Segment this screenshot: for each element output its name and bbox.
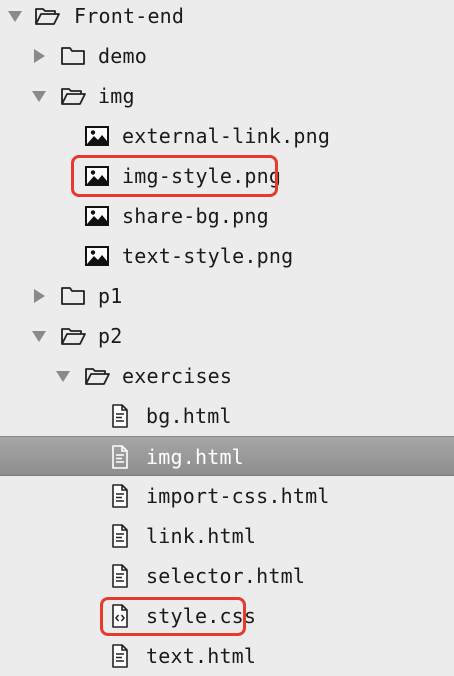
file-label: bg.html	[146, 404, 232, 428]
tree-row-img[interactable]: img	[0, 76, 454, 116]
file-label: img-style.png	[122, 164, 282, 188]
tree-row-selector-html[interactable]: selector.html	[0, 556, 454, 596]
tree-row-text-html[interactable]: text.html	[0, 636, 454, 676]
html-file-icon	[110, 524, 130, 548]
html-file-icon	[110, 644, 130, 668]
file-label: text-style.png	[122, 244, 294, 268]
file-label: external-link.png	[122, 124, 331, 148]
file-label: style.css	[146, 604, 257, 628]
folder-label: demo	[98, 44, 147, 68]
disclosure-triangle-expanded-icon[interactable]	[32, 329, 46, 343]
image-file-icon	[85, 126, 109, 146]
disclosure-triangle-expanded-icon[interactable]	[8, 9, 22, 23]
image-file-icon	[85, 246, 109, 266]
tree-row-text-style-png[interactable]: text-style.png	[0, 236, 454, 276]
folder-label: exercises	[122, 364, 233, 388]
folder-icon	[61, 287, 85, 305]
tree-row-p1[interactable]: p1	[0, 276, 454, 316]
disclosure-triangle-collapsed-icon[interactable]	[32, 49, 46, 63]
folder-open-icon	[85, 368, 110, 385]
tree-row-exercises[interactable]: exercises	[0, 356, 454, 396]
folder-label: Front-end	[74, 4, 185, 28]
file-tree: Front-end demo img external-link.png img…	[0, 0, 454, 674]
tree-row-bg-html[interactable]: bg.html	[0, 396, 454, 436]
file-label: selector.html	[146, 564, 306, 588]
html-file-icon	[110, 564, 130, 588]
disclosure-triangle-expanded-icon[interactable]	[56, 369, 70, 383]
folder-label: p2	[98, 324, 123, 348]
disclosure-triangle-expanded-icon[interactable]	[32, 89, 46, 103]
file-label: text.html	[146, 644, 257, 668]
tree-row-link-html[interactable]: link.html	[0, 516, 454, 556]
tree-row-p2[interactable]: p2	[0, 316, 454, 356]
folder-open-icon	[35, 8, 60, 25]
file-label: share-bg.png	[122, 204, 269, 228]
folder-open-icon	[61, 88, 86, 105]
html-file-icon	[110, 445, 130, 469]
image-file-icon	[85, 166, 109, 186]
tree-row-external-link-png[interactable]: external-link.png	[0, 116, 454, 156]
file-label: img.html	[146, 445, 244, 469]
file-label: link.html	[146, 524, 257, 548]
tree-row-front-end[interactable]: Front-end	[0, 0, 454, 36]
css-file-icon	[110, 604, 130, 628]
tree-row-img-html[interactable]: img.html	[0, 436, 454, 476]
folder-icon	[61, 47, 85, 65]
tree-row-import-css-html[interactable]: import-css.html	[0, 476, 454, 516]
file-label: import-css.html	[146, 484, 330, 508]
html-file-icon	[110, 484, 130, 508]
image-file-icon	[85, 206, 109, 226]
tree-row-demo[interactable]: demo	[0, 36, 454, 76]
disclosure-triangle-collapsed-icon[interactable]	[32, 289, 46, 303]
tree-row-style-css[interactable]: style.css	[0, 596, 454, 636]
html-file-icon	[110, 404, 130, 428]
tree-row-img-style-png[interactable]: img-style.png	[0, 156, 454, 196]
folder-label: img	[98, 84, 135, 108]
folder-label: p1	[98, 284, 123, 308]
tree-row-share-bg-png[interactable]: share-bg.png	[0, 196, 454, 236]
folder-open-icon	[61, 328, 86, 345]
